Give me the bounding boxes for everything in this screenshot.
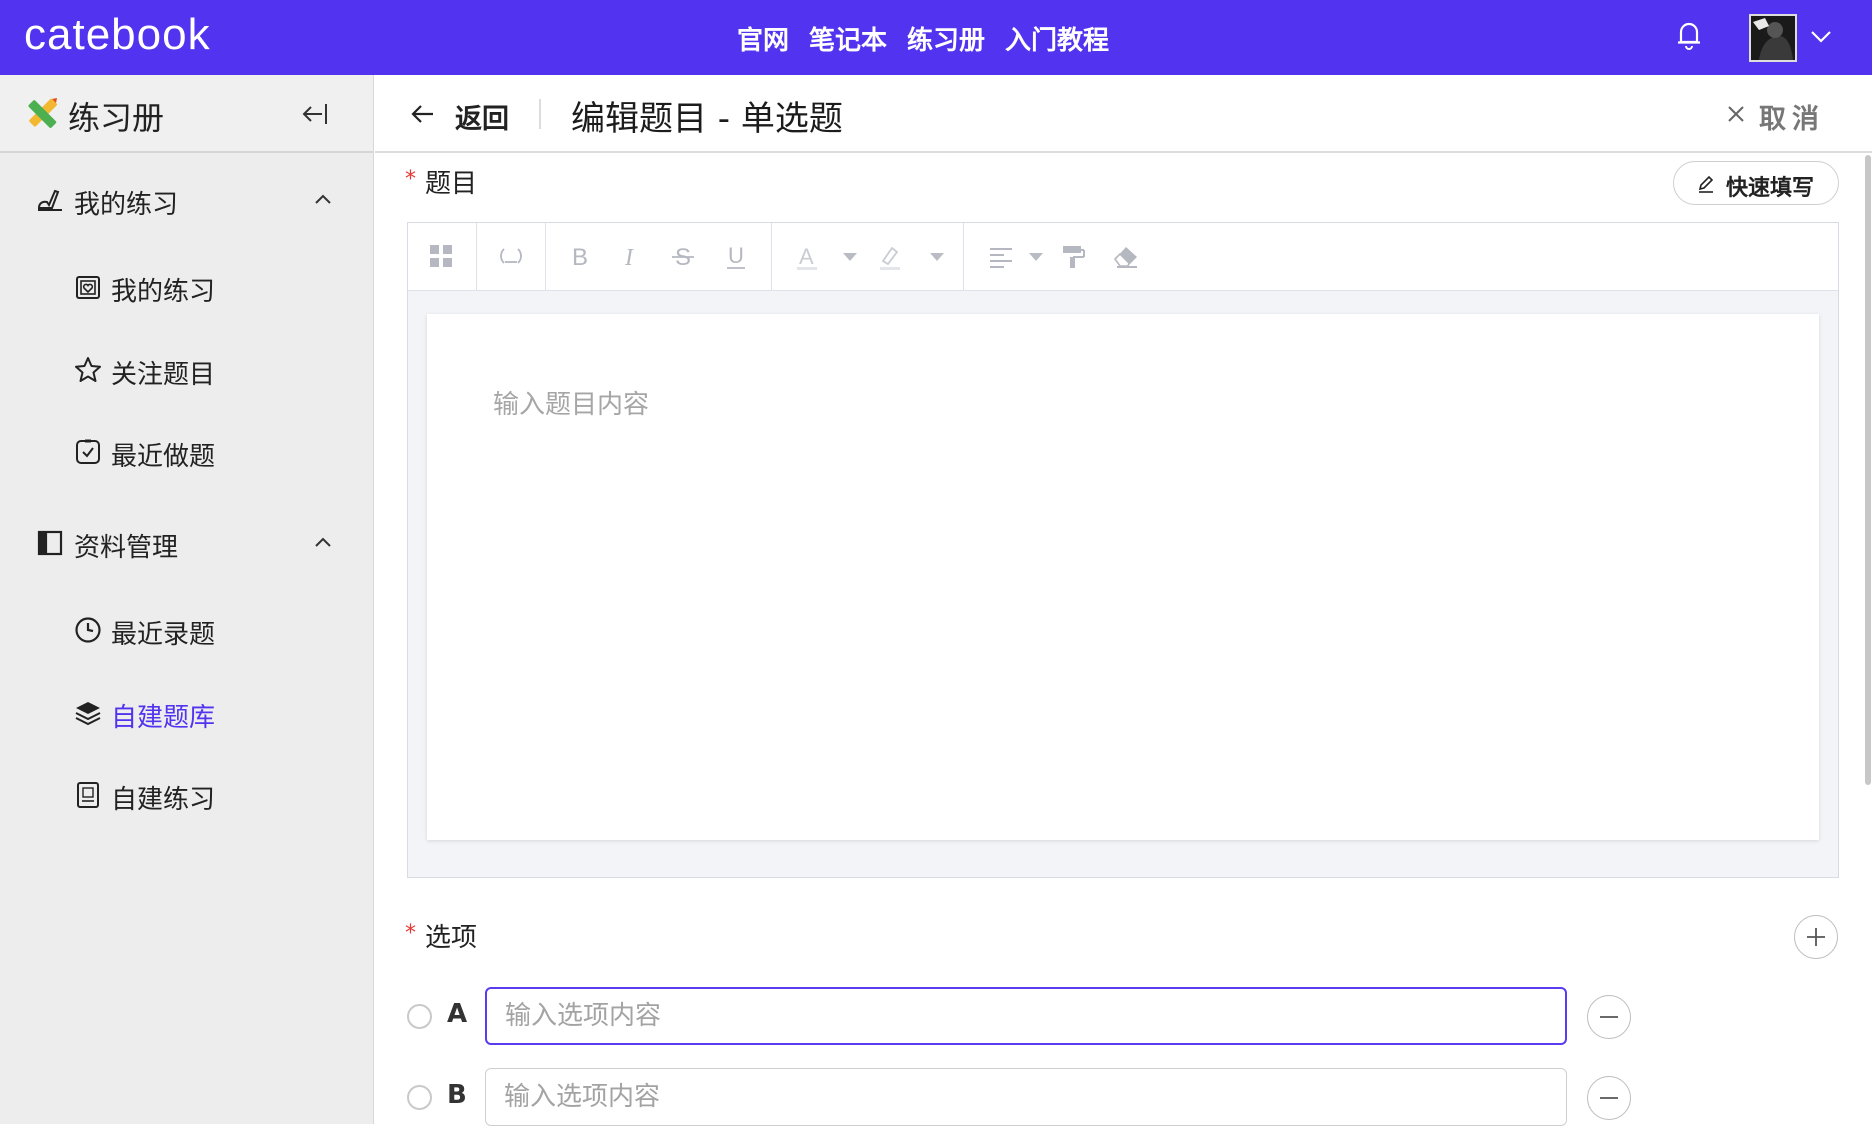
sidebar-item-label: 自建练习 [111, 785, 216, 815]
plus-icon [1807, 928, 1825, 946]
page-header: 返回 编辑题目 - 单选题 取消 [375, 75, 1872, 153]
minus-icon [1600, 1097, 1618, 1099]
chevron-up-icon[interactable] [312, 533, 334, 551]
question-content-area[interactable]: 输入题目内容 [427, 314, 1819, 840]
header-divider [539, 99, 541, 129]
sidebar-item-label: 最近录题 [111, 620, 216, 650]
sidebar-item-recent-entries[interactable]: 最近录题 [0, 600, 374, 660]
svg-text:U: U [728, 243, 744, 268]
nav-link-workbook[interactable]: 练习册 [907, 20, 985, 57]
sidebar-title: 练习册 [68, 99, 165, 137]
nav-link-official[interactable]: 官网 [737, 20, 789, 57]
chevron-up-icon[interactable] [312, 190, 334, 208]
option-letter: A [447, 999, 468, 1029]
question-label: 题目 [425, 169, 478, 199]
caret-down-icon[interactable] [930, 253, 944, 261]
eraser-icon[interactable] [1111, 241, 1141, 271]
option-radio[interactable] [407, 1085, 432, 1110]
nav-link-tutorial[interactable]: 入门教程 [1005, 20, 1109, 57]
main-content: 返回 编辑题目 - 单选题 取消 * 题目 快速填写 B I S U A 输入题… [375, 75, 1872, 1126]
format-painter-icon[interactable] [1058, 241, 1088, 271]
remove-option-button[interactable] [1587, 995, 1631, 1039]
pencil-ruler-icon [24, 95, 60, 131]
top-bar: catebook 官网 笔记本 练习册 入门教程 [0, 0, 1872, 75]
collapse-sidebar-icon[interactable] [300, 99, 330, 129]
option-radio[interactable] [407, 1004, 432, 1029]
check-square-icon [74, 438, 102, 466]
book-icon [36, 529, 64, 557]
sidebar-group-materials[interactable]: 资料管理 [0, 511, 374, 575]
svg-text:I: I [624, 245, 634, 271]
svg-text:A: A [799, 244, 814, 269]
nav-link-notebook[interactable]: 笔记本 [809, 20, 887, 57]
bold-icon[interactable]: B [564, 241, 594, 271]
required-mark: * [405, 167, 416, 192]
sidebar-item-label: 我的练习 [111, 277, 216, 307]
grid-icon[interactable] [426, 241, 456, 271]
blank-fill-icon[interactable] [496, 241, 526, 271]
heart-clipboard-icon [74, 273, 102, 301]
option-letter: B [447, 1080, 467, 1110]
cancel-button[interactable]: 取消 [1759, 97, 1825, 136]
group-label: 我的练习 [74, 190, 179, 220]
arrow-left-icon[interactable] [409, 101, 437, 127]
chevron-down-icon[interactable] [1808, 26, 1834, 46]
sidebar-item-label: 关注题目 [111, 360, 216, 390]
option-row-b: B [407, 1068, 1839, 1128]
sidebar-item-custom-bank[interactable]: 自建题库 [0, 683, 374, 743]
star-icon [74, 356, 102, 384]
toolbar-separator [545, 223, 546, 291]
align-left-icon[interactable] [986, 241, 1016, 271]
hand-pen-icon [36, 186, 64, 214]
bell-icon[interactable] [1674, 18, 1704, 52]
svg-text:B: B [572, 244, 588, 271]
quick-fill-label: 快速填写 [1726, 176, 1815, 201]
option-row-a: A [407, 987, 1839, 1047]
page-title: 编辑题目 - 单选题 [571, 99, 843, 139]
avatar[interactable] [1749, 14, 1797, 62]
pencil-icon [1696, 174, 1716, 194]
required-mark: * [405, 921, 416, 946]
editor-toolbar: B I S U A [408, 223, 1838, 291]
options-label: 选项 [425, 923, 478, 953]
sidebar: 练习册 我的练习 我的练习 关注题目 最近做题 资料管理 最近录题 自建题库 自… [0, 75, 374, 1124]
sidebar-item-custom-practice[interactable]: 自建练习 [0, 765, 374, 825]
scrollbar[interactable] [1865, 155, 1871, 785]
question-placeholder: 输入题目内容 [493, 390, 650, 420]
sidebar-item-label: 自建题库 [111, 703, 216, 733]
clock-icon [74, 616, 102, 644]
font-color-icon[interactable]: A [792, 241, 822, 271]
practice-doc-icon [74, 781, 102, 809]
sidebar-item-recent-practice[interactable]: 最近做题 [0, 422, 374, 482]
back-button[interactable]: 返回 [455, 97, 509, 136]
group-label: 资料管理 [74, 533, 179, 563]
strikethrough-icon[interactable]: S [668, 241, 698, 271]
toolbar-separator [963, 223, 964, 291]
caret-down-icon[interactable] [843, 253, 857, 261]
caret-down-icon[interactable] [1029, 253, 1043, 261]
top-nav: 官网 笔记本 练习册 入门教程 [737, 20, 1109, 57]
sidebar-group-my-practice[interactable]: 我的练习 [0, 168, 374, 232]
sidebar-item-my-practice[interactable]: 我的练习 [0, 257, 374, 317]
highlight-icon[interactable] [875, 241, 905, 271]
minus-icon [1600, 1016, 1618, 1018]
toolbar-separator [771, 223, 772, 291]
close-icon[interactable] [1725, 103, 1747, 125]
rich-text-editor: B I S U A 输入题目内容 [407, 222, 1839, 878]
add-option-button[interactable] [1794, 915, 1838, 959]
option-input-a[interactable] [485, 987, 1567, 1045]
underline-icon[interactable]: U [721, 241, 751, 271]
toolbar-separator [476, 223, 477, 291]
brand-logo[interactable]: catebook [24, 10, 211, 60]
sidebar-item-label: 最近做题 [111, 442, 216, 472]
sidebar-item-followed-questions[interactable]: 关注题目 [0, 340, 374, 400]
layers-icon [74, 699, 102, 727]
quick-fill-button[interactable]: 快速填写 [1673, 161, 1839, 205]
italic-icon[interactable]: I [616, 241, 646, 271]
sidebar-header: 练习册 [0, 75, 373, 153]
option-input-b[interactable] [485, 1068, 1567, 1126]
remove-option-button[interactable] [1587, 1076, 1631, 1120]
